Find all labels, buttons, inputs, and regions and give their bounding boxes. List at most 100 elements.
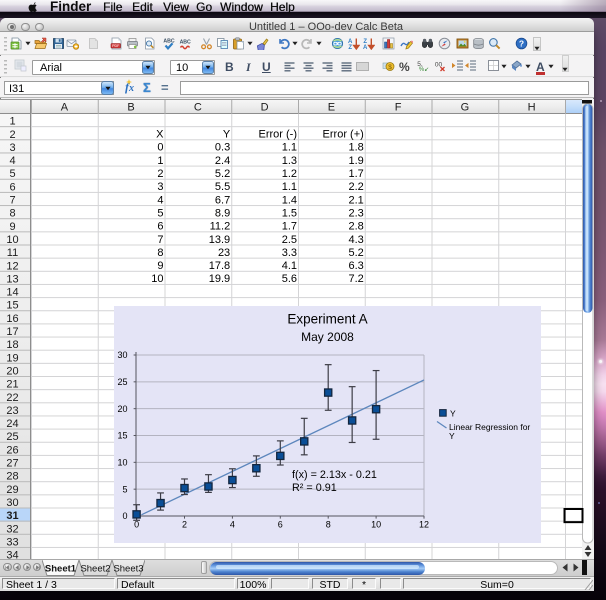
svg-text:Sheet3: Sheet3 xyxy=(113,564,143,575)
svg-text:May 2008: May 2008 xyxy=(301,330,354,344)
svg-text:G: G xyxy=(461,101,470,113)
svg-text:6: 6 xyxy=(278,519,283,529)
svg-text:D: D xyxy=(261,101,269,113)
svg-text:0.3: 0.3 xyxy=(215,142,230,154)
svg-text:5: 5 xyxy=(122,484,127,494)
svg-text:Z: Z xyxy=(363,39,367,45)
svg-text:4: 4 xyxy=(230,519,235,529)
svg-text:25: 25 xyxy=(117,377,127,387)
svg-text:10: 10 xyxy=(371,519,381,529)
svg-text:6.3: 6.3 xyxy=(349,260,364,272)
svg-text:23: 23 xyxy=(6,405,18,417)
svg-text:Error (-): Error (-) xyxy=(259,129,298,141)
svg-text:7.2: 7.2 xyxy=(349,273,364,285)
svg-text:2.1: 2.1 xyxy=(349,194,364,206)
svg-text:4: 4 xyxy=(9,155,15,167)
svg-text:?: ? xyxy=(519,39,524,49)
svg-text:11.2: 11.2 xyxy=(210,221,231,233)
svg-text:14: 14 xyxy=(6,287,18,299)
svg-text:10: 10 xyxy=(151,273,163,285)
svg-text:9: 9 xyxy=(157,260,163,272)
svg-text:2.4: 2.4 xyxy=(215,155,230,167)
svg-text:5.5: 5.5 xyxy=(215,181,230,193)
svg-text:7: 7 xyxy=(9,195,15,207)
svg-text:1.4: 1.4 xyxy=(282,194,297,206)
svg-text:H: H xyxy=(528,101,536,113)
svg-text:A: A xyxy=(363,45,368,50)
svg-text:$: $ xyxy=(388,64,392,71)
svg-text:8: 8 xyxy=(9,208,15,220)
svg-text:6: 6 xyxy=(157,221,163,233)
svg-text:3.3: 3.3 xyxy=(282,247,297,259)
svg-text:13.9: 13.9 xyxy=(209,234,230,246)
svg-text:f(x) = 2.13x - 0.21: f(x) = 2.13x - 0.21 xyxy=(292,469,377,481)
svg-text:4.3: 4.3 xyxy=(349,234,364,246)
svg-text:2: 2 xyxy=(157,168,163,180)
svg-text:8: 8 xyxy=(326,519,331,529)
svg-text:A: A xyxy=(348,39,353,45)
svg-text:2.5: 2.5 xyxy=(282,234,297,246)
svg-text:Y: Y xyxy=(449,431,455,441)
svg-text:30: 30 xyxy=(117,350,127,360)
svg-text:4: 4 xyxy=(157,194,163,206)
svg-text:34: 34 xyxy=(6,550,18,559)
svg-text:Error (+): Error (+) xyxy=(323,129,364,141)
svg-text:10: 10 xyxy=(117,457,127,467)
svg-text:R² = 0.91: R² = 0.91 xyxy=(292,482,337,494)
svg-text:9: 9 xyxy=(9,221,15,233)
svg-text:ABC: ABC xyxy=(180,40,191,46)
svg-text:30: 30 xyxy=(6,497,18,509)
svg-text:4.1: 4.1 xyxy=(282,260,297,272)
svg-text:PDF: PDF xyxy=(112,44,120,48)
svg-text:31: 31 xyxy=(6,510,18,522)
svg-text:5: 5 xyxy=(157,207,163,219)
svg-text:1.2: 1.2 xyxy=(282,168,297,180)
svg-text:C: C xyxy=(194,101,202,113)
svg-text:22: 22 xyxy=(6,392,18,404)
svg-text:ABC: ABC xyxy=(163,39,174,45)
svg-text:Y: Y xyxy=(223,129,231,141)
svg-text:19.9: 19.9 xyxy=(209,273,230,285)
svg-text:19: 19 xyxy=(6,352,18,364)
svg-text:28: 28 xyxy=(6,471,18,483)
svg-text:A: A xyxy=(61,101,69,113)
svg-text:20: 20 xyxy=(6,365,18,377)
svg-text:5: 5 xyxy=(9,168,15,180)
svg-text:33: 33 xyxy=(6,536,18,548)
svg-text:Sheet2: Sheet2 xyxy=(80,564,110,575)
svg-text:8: 8 xyxy=(157,247,163,259)
svg-text:1: 1 xyxy=(9,116,15,128)
svg-text:5.2: 5.2 xyxy=(215,168,230,180)
svg-text:20: 20 xyxy=(117,404,127,414)
svg-text:32: 32 xyxy=(6,523,18,535)
svg-text:15: 15 xyxy=(6,300,18,312)
svg-text:X: X xyxy=(156,129,164,141)
svg-text:Linear Regression for: Linear Regression for xyxy=(449,422,530,432)
svg-text:Z: Z xyxy=(348,45,352,50)
svg-text:15: 15 xyxy=(117,431,127,441)
svg-text:1.3: 1.3 xyxy=(282,155,297,167)
svg-text:1.8: 1.8 xyxy=(349,142,364,154)
svg-text:26: 26 xyxy=(6,444,18,456)
svg-text:24: 24 xyxy=(6,418,18,430)
svg-text:25: 25 xyxy=(6,431,18,443)
svg-text:Y: Y xyxy=(450,409,456,419)
svg-text:2: 2 xyxy=(9,129,15,141)
svg-text:27: 27 xyxy=(6,458,18,470)
svg-text:8.9: 8.9 xyxy=(215,207,230,219)
svg-text:Sheet1: Sheet1 xyxy=(45,564,77,575)
svg-text:2.8: 2.8 xyxy=(349,221,364,233)
svg-text:1: 1 xyxy=(157,155,163,167)
svg-text:5.2: 5.2 xyxy=(349,247,364,259)
svg-text:0: 0 xyxy=(122,511,127,521)
svg-text:18: 18 xyxy=(6,339,18,351)
svg-text:12: 12 xyxy=(6,260,18,272)
svg-text:21: 21 xyxy=(6,379,18,391)
svg-text:3: 3 xyxy=(157,181,163,193)
svg-text:Experiment A: Experiment A xyxy=(287,312,367,327)
svg-text:16: 16 xyxy=(6,313,18,325)
svg-text:5.6: 5.6 xyxy=(282,273,297,285)
svg-text:0: 0 xyxy=(157,142,163,154)
svg-text:1.5: 1.5 xyxy=(282,207,297,219)
svg-text:1.7: 1.7 xyxy=(349,168,364,180)
